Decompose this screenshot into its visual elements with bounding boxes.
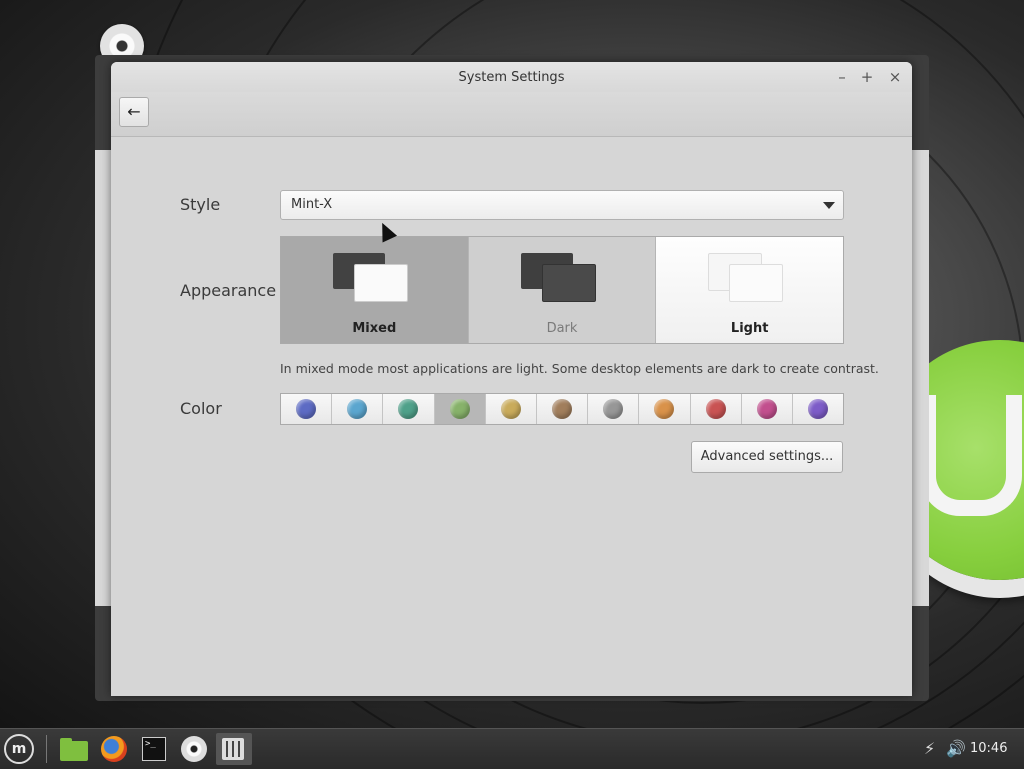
color-dot-icon [654,399,675,419]
minimize-button[interactable]: – [833,68,851,86]
volume-icon[interactable]: 🔊 [946,739,966,758]
color-selector [280,393,844,425]
back-button[interactable]: ← [119,97,149,127]
color-dot-icon [296,399,317,419]
close-button[interactable]: × [886,68,904,86]
color-dot-icon [756,399,777,419]
taskbar-separator [46,735,47,763]
network-icon[interactable]: ⚡ [924,739,935,758]
color-swatch[interactable] [588,394,640,424]
appearance-option-light[interactable]: Light [656,237,844,343]
style-combobox-value: Mint-X [291,197,333,212]
appearance-option-dark[interactable]: Dark [468,237,657,343]
mint-logo-mark [920,395,1022,516]
system-settings-task[interactable] [216,733,252,765]
color-swatch[interactable] [792,394,844,424]
folder-icon [60,741,88,761]
style-combobox[interactable]: Mint-X [280,190,844,220]
color-swatch[interactable] [434,394,486,424]
firefox-icon [101,736,127,762]
appearance-option-mixed[interactable]: Mixed [281,237,469,343]
titlebar[interactable]: System Settings – + × [111,62,912,92]
color-dot-icon [398,399,419,419]
color-swatch[interactable] [485,394,537,424]
back-arrow-icon: ← [127,102,141,121]
clock[interactable]: 10:46 [970,741,1007,756]
disc-launcher[interactable] [178,733,210,765]
color-dot-icon [705,399,726,419]
color-swatch[interactable] [332,394,384,424]
firefox-launcher[interactable] [98,733,130,765]
color-swatch[interactable] [639,394,691,424]
color-dot-icon [500,399,521,419]
taskbar: m >_ ⚡ 🔊 10:46 [0,728,1024,769]
disc-icon [181,736,207,762]
chevron-down-icon [823,202,835,209]
light-window-icon [354,264,408,302]
light-window-icon [729,264,784,302]
system-settings-window: System Settings – + × ← Style Mint-X App… [111,62,912,696]
color-swatch[interactable] [383,394,435,424]
appearance-description: In mixed mode most applications are ligh… [280,361,879,376]
color-dot-icon [603,399,624,419]
maximize-button[interactable]: + [858,68,876,86]
color-dot-icon [347,399,368,419]
color-dot-icon [807,399,828,419]
color-label: Color [180,399,222,418]
dark-window-icon [541,264,596,302]
settings-content: Style Mint-X Appearance Mixed Dark Light [111,137,912,696]
window-title: System Settings [458,70,565,85]
color-swatch[interactable] [536,394,589,424]
terminal-icon: >_ [142,737,166,761]
color-swatch[interactable] [741,394,793,424]
settings-sliders-icon [222,738,244,760]
appearance-option-label: Mixed [352,321,397,336]
files-launcher[interactable] [58,733,90,765]
color-dot-icon [552,399,573,419]
color-swatch[interactable] [281,394,333,424]
terminal-launcher[interactable]: >_ [138,733,170,765]
style-label: Style [180,195,221,214]
advanced-settings-button[interactable]: Advanced settings... [691,441,843,473]
color-swatch[interactable] [690,394,742,424]
color-dot-icon [449,399,470,419]
appearance-option-label: Dark [546,321,578,336]
appearance-label: Appearance [180,281,277,300]
appearance-selector: Mixed Dark Light [280,236,844,344]
mint-menu-button[interactable]: m [4,734,34,764]
toolbar: ← [111,92,912,137]
appearance-option-label: Light [730,321,769,336]
